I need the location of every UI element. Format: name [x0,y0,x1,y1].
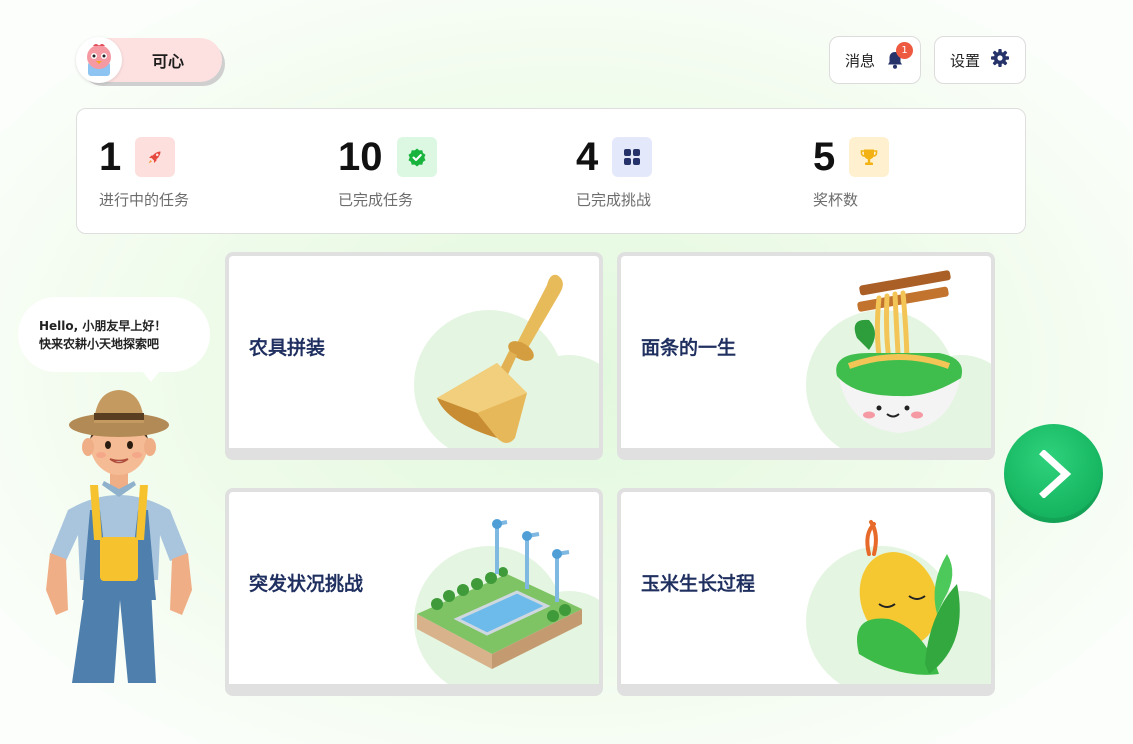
gear-icon [990,48,1010,72]
bell-icon: 1 [885,42,913,70]
noodle-bowl-illustration [836,270,963,433]
speech-bubble: Hello, 小朋友早上好！ 快来农耕小天地探索吧 [18,297,210,382]
user-name: 可心 [151,52,184,71]
settings-label: 设置 [949,51,980,70]
chevron-right-icon [1038,449,1071,498]
card-tool-assembly[interactable]: 农具拼装 [225,252,603,460]
shovel-illustration [437,274,563,443]
card-noodle-life[interactable]: 面条的一生 [617,252,995,460]
card-title: 面条的一生 [641,337,737,360]
stat-label: 进行中的任务 [99,191,190,209]
card-emergency-challenge[interactable]: 突发状况挑战 [225,488,603,696]
stat-value: 5 [813,135,836,179]
notification-badge: 1 [896,42,913,59]
stat-value: 10 [338,135,383,179]
card-title: 农具拼装 [249,337,326,360]
settings-button[interactable]: 设置 [934,36,1026,84]
bubble-line-2: 快来农耕小天地探索吧 [39,336,160,351]
stat-label: 已完成挑战 [576,191,652,209]
grid-icon [612,137,653,177]
messages-button[interactable]: 消息 1 [829,36,921,84]
stat-label: 已完成任务 [338,191,414,209]
stat-completed-challenges: 4 已完成挑战 [576,135,653,210]
check-badge-icon [396,137,437,177]
stat-completed-tasks: 10 已完成任务 [338,135,437,210]
card-title: 突发状况挑战 [249,573,364,596]
chick-avatar-icon [76,37,122,83]
card-title: 玉米生长过程 [641,573,756,596]
bubble-line-1: Hello, 小朋友早上好！ [39,318,167,333]
messages-label: 消息 [844,51,875,70]
stat-value: 1 [99,135,122,179]
stat-trophies: 5 奖杯数 [813,135,890,210]
rocket-icon [135,137,176,177]
stat-label: 奖杯数 [813,191,859,209]
card-corn-growth[interactable]: 玉米生长过程 [617,488,995,696]
irrigation-field-illustration [417,519,582,669]
stat-in-progress: 1 进行中的任务 [99,135,189,210]
next-page-button[interactable] [1004,424,1103,523]
corn-illustration [857,520,960,675]
farmer-character-icon [46,390,192,683]
stat-value: 4 [576,135,599,179]
trophy-icon [849,137,890,177]
user-profile-pill[interactable]: 可心 [76,37,222,83]
stats-panel: 1 进行中的任务 10 已完成任务 4 已完成挑战 5 奖杯数 [76,108,1026,234]
